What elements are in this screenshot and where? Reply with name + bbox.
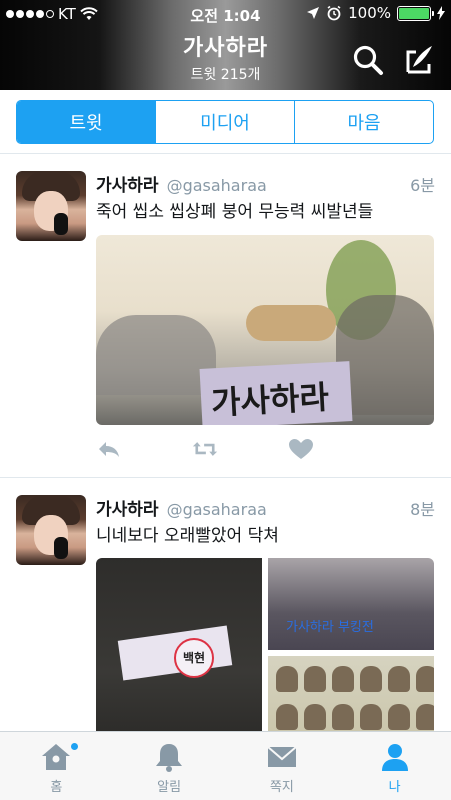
tweet-text: 니네보다 오래빨았어 닥쳐 xyxy=(96,526,279,546)
media-badge-text: 백현 xyxy=(174,638,214,678)
battery-icon xyxy=(397,5,434,21)
avatar[interactable] xyxy=(16,171,86,241)
charging-bolt-icon xyxy=(437,6,445,20)
tab-messages[interactable]: 쪽지 xyxy=(226,732,339,800)
tweet-author-handle: @gasaharaa xyxy=(166,500,267,519)
tab-home[interactable]: 홈 xyxy=(0,732,113,800)
retweet-icon[interactable] xyxy=(192,438,218,460)
like-icon[interactable] xyxy=(288,438,314,460)
tweet-media-image[interactable]: 백현 xyxy=(96,558,262,748)
tweet-item[interactable]: 가사하라 @gasaharaa 8분 니네보다 오래빨았어 닥쳐 백현 가사하라… xyxy=(0,479,451,748)
reply-icon[interactable] xyxy=(96,438,122,460)
tab-notifications[interactable]: 알림 xyxy=(113,732,226,800)
tab-messages-label: 쪽지 xyxy=(269,780,294,795)
bell-icon xyxy=(156,744,183,772)
profile-tabs-bar: 트윗 미디어 마음 xyxy=(0,90,451,154)
tab-home-label: 홈 xyxy=(50,780,63,795)
tweet-author-name[interactable]: 가사하라 xyxy=(96,171,159,196)
person-icon xyxy=(381,744,408,771)
tweet-timestamp: 8분 xyxy=(410,500,435,519)
tweet-item[interactable]: 가사하라 @gasaharaa 6분 죽어 씹소 씹상폐 붕어 무능력 씨발년들… xyxy=(0,155,451,478)
compose-icon[interactable] xyxy=(402,42,438,78)
tab-notifications-label: 알림 xyxy=(157,780,182,795)
tweet-text: 죽어 씹소 씹상폐 붕어 무능력 씨발년들 xyxy=(96,202,374,222)
home-notification-dot xyxy=(70,742,79,751)
envelope-icon xyxy=(267,746,297,767)
alarm-icon xyxy=(327,5,341,21)
tweet-media-grid: 백현 가사하라 부킹전 xyxy=(96,558,434,748)
tab-media[interactable]: 미디어 xyxy=(156,101,295,143)
tab-tweets[interactable]: 트윗 xyxy=(17,101,156,143)
tab-me[interactable]: 나 xyxy=(338,732,451,800)
tweet-actions xyxy=(96,438,314,460)
home-icon xyxy=(42,744,71,770)
tab-likes[interactable]: 마음 xyxy=(295,101,433,143)
media-sign-text: 가사하라 xyxy=(210,377,330,423)
segmented-control: 트윗 미디어 마음 xyxy=(16,100,434,144)
tweet-timestamp: 6분 xyxy=(410,176,435,195)
avatar[interactable] xyxy=(16,495,86,565)
tab-me-label: 나 xyxy=(388,780,401,795)
tweet-media-image[interactable]: 가사하라 부킹전 xyxy=(268,558,434,650)
tweet-author-name[interactable]: 가사하라 xyxy=(96,495,159,520)
tweet-media-image[interactable]: 가사하라 xyxy=(96,235,434,425)
status-bar: KT 오전 1:04 100% xyxy=(0,0,451,28)
location-arrow-icon xyxy=(307,7,320,19)
tweet-author-handle: @gasaharaa xyxy=(166,176,267,195)
search-icon[interactable] xyxy=(350,42,386,78)
profile-header: KT 오전 1:04 100% 가사하라 트윗 215개 xyxy=(0,0,451,90)
tweet-header: 가사하라 @gasaharaa 6분 xyxy=(96,171,435,196)
bottom-tab-bar: 홈 알림 쪽지 나 xyxy=(0,731,451,800)
tweet-header: 가사하라 @gasaharaa 8분 xyxy=(96,495,435,520)
battery-percent: 100% xyxy=(348,4,391,22)
media-scribble-text: 가사하라 부킹전 xyxy=(286,620,374,635)
status-right: 100% xyxy=(306,4,445,22)
